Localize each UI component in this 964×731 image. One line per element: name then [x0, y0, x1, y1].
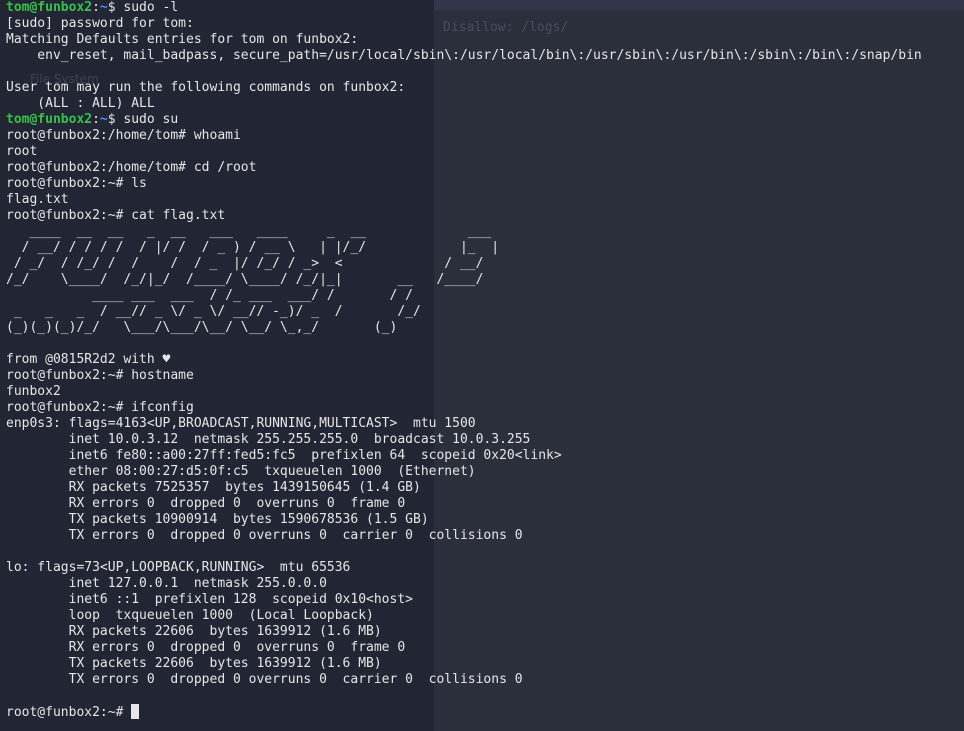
output-text: Matching Defaults entries for tom on fun… — [6, 32, 359, 47]
output-text: root@funbox2:~# ls — [6, 176, 147, 191]
terminal-line: ether 08:00:27:d5:0f:c5 txqueuelen 1000 … — [6, 464, 922, 480]
terminal-line: TX errors 0 dropped 0 overruns 0 carrier… — [6, 528, 922, 544]
command-text: sudo su — [123, 112, 179, 127]
output-text: RX errors 0 dropped 0 overruns 0 frame 0 — [6, 640, 406, 655]
terminal-line: root@funbox2:~# — [6, 704, 922, 720]
output-text: RX packets 22606 bytes 1639912 (1.6 MB) — [6, 624, 382, 639]
output-text: ____ ___ ___ / /_ ___ ___/ / / / — [6, 288, 500, 303]
output-text: /_/ \____/ /_/|_/ /____/ \____/ /_/|_| _… — [6, 272, 500, 287]
terminal-line: loop txqueuelen 1000 (Local Loopback) — [6, 608, 922, 624]
output-text: root@funbox2:~# hostname — [6, 368, 194, 383]
output-text: root@funbox2:~# cat flag.txt — [6, 208, 226, 223]
prompt-user-host: tom@funbox2 — [6, 112, 93, 127]
terminal-line: [sudo] password for tom: — [6, 16, 922, 32]
output-text: / _/ / /_/ / / / / _ |/ /_/ / _> < / __/ — [6, 256, 492, 271]
terminal-line: root@funbox2:~# ifconfig — [6, 400, 922, 416]
terminal-output[interactable]: tom@funbox2:~$ sudo -l [sudo] password fo… — [6, 0, 922, 720]
terminal-line: root — [6, 144, 922, 160]
terminal-line: lo: flags=73<UP,LOOPBACK,RUNNING> mtu 65… — [6, 560, 922, 576]
terminal-line: (ALL : ALL) ALL — [6, 96, 922, 112]
terminal-line: RX errors 0 dropped 0 overruns 0 frame 0 — [6, 640, 922, 656]
terminal-line: RX packets 22606 bytes 1639912 (1.6 MB) — [6, 624, 922, 640]
output-text: ether 08:00:27:d5:0f:c5 txqueuelen 1000 … — [6, 464, 476, 479]
terminal-line: ____ __ __ _ __ ___ ____ _ __ ___ — [6, 224, 922, 240]
output-text: flag.txt — [6, 192, 69, 207]
output-text: RX packets 7525357 bytes 1439150645 (1.4… — [6, 480, 421, 495]
output-text: root@funbox2:~# ifconfig — [6, 400, 194, 415]
output-text: enp0s3: flags=4163<UP,BROADCAST,RUNNING,… — [6, 416, 476, 431]
output-text: RX errors 0 dropped 0 overruns 0 frame 0 — [6, 496, 406, 511]
prompt-path: ~ — [99, 0, 108, 15]
terminal-line: inet 127.0.0.1 netmask 255.0.0.0 — [6, 576, 922, 592]
command-text: sudo -l — [123, 0, 179, 15]
output-text: inet6 ::1 prefixlen 128 scopeid 0x10<hos… — [6, 592, 413, 607]
output-text: root@funbox2:~# — [6, 705, 132, 720]
output-text: lo: flags=73<UP,LOOPBACK,RUNNING> mtu 65… — [6, 560, 351, 575]
prompt-separator: : — [92, 0, 100, 15]
terminal-line: env_reset, mail_badpass, secure_path=/us… — [6, 48, 922, 64]
output-text: (ALL : ALL) ALL — [6, 96, 155, 111]
terminal-line: root@funbox2:/home/tom# cd /root — [6, 160, 922, 176]
terminal-line: _ _ _ / __// _ \/ _ \/ __// -_)/ _ / /_/ — [6, 304, 922, 320]
output-text: / __/ / / / / / |/ / / _ ) / __ \ | |/_/… — [6, 240, 500, 255]
terminal-line: inet6 fe80::a00:27ff:fed5:fc5 prefixlen … — [6, 448, 922, 464]
terminal-line: flag.txt — [6, 192, 922, 208]
terminal-line: from @0815R2d2 with ♥ — [6, 352, 922, 368]
output-text: _ _ _ / __// _ \/ _ \/ __// -_)/ _ / /_/ — [6, 304, 515, 319]
terminal-line: root@funbox2:~# ls — [6, 176, 922, 192]
terminal-line: (_)(_)(_)/_/ \___/\___/\__/ \__/ \_,_/ (… — [6, 320, 922, 336]
terminal-line: /_/ \____/ /_/|_/ /____/ \____/ /_/|_| _… — [6, 272, 922, 288]
output-text: inet 127.0.0.1 netmask 255.0.0.0 — [6, 576, 327, 591]
terminal-line: RX packets 7525357 bytes 1439150645 (1.4… — [6, 480, 922, 496]
terminal-line: root@funbox2:~# hostname — [6, 368, 922, 384]
prompt-symbol: $ — [107, 0, 124, 15]
terminal-line: enp0s3: flags=4163<UP,BROADCAST,RUNNING,… — [6, 416, 922, 432]
output-text: TX errors 0 dropped 0 overruns 0 carrier… — [6, 528, 523, 543]
prompt-separator: : — [92, 112, 100, 127]
terminal-line: inet 10.0.3.12 netmask 255.255.255.0 bro… — [6, 432, 922, 448]
terminal-line: tom@funbox2:~$ sudo su — [6, 112, 922, 128]
terminal-line: ____ ___ ___ / /_ ___ ___/ / / / — [6, 288, 922, 304]
terminal-line: RX errors 0 dropped 0 overruns 0 frame 0 — [6, 496, 922, 512]
output-text: TX packets 22606 bytes 1639912 (1.6 MB) — [6, 656, 382, 671]
output-text: TX errors 0 dropped 0 overruns 0 carrier… — [6, 672, 523, 687]
output-text: [sudo] password for tom: — [6, 16, 194, 31]
terminal-line: / __/ / / / / / |/ / / _ ) / __ \ | |/_/… — [6, 240, 922, 256]
terminal-line: User tom may run the following commands … — [6, 80, 922, 96]
output-text: env_reset, mail_badpass, secure_path=/us… — [6, 48, 922, 63]
output-text: (_)(_)(_)/_/ \___/\___/\__/ \__/ \_,_/ (… — [6, 320, 500, 335]
terminal-line: tom@funbox2:~$ sudo -l — [6, 0, 922, 16]
output-text: root@funbox2:/home/tom# cd /root — [6, 160, 257, 175]
output-text: inet 10.0.3.12 netmask 255.255.255.0 bro… — [6, 432, 531, 447]
output-text: root@funbox2:/home/tom# whoami — [6, 128, 241, 143]
output-text: loop txqueuelen 1000 (Local Loopback) — [6, 608, 374, 623]
prompt-user-host: tom@funbox2 — [6, 0, 93, 15]
terminal-line: root@funbox2:/home/tom# whoami — [6, 128, 922, 144]
output-text: inet6 fe80::a00:27ff:fed5:fc5 prefixlen … — [6, 448, 562, 463]
output-text: from @0815R2d2 with ♥ — [6, 352, 171, 367]
terminal-line: TX packets 22606 bytes 1639912 (1.6 MB) — [6, 656, 922, 672]
output-text: root — [6, 144, 38, 159]
output-text: User tom may run the following commands … — [6, 80, 406, 95]
terminal-cursor[interactable] — [131, 704, 140, 719]
terminal-line: inet6 ::1 prefixlen 128 scopeid 0x10<hos… — [6, 592, 922, 608]
output-text: funbox2 — [6, 384, 61, 399]
terminal-line: funbox2 — [6, 384, 922, 400]
terminal-line: / _/ / /_/ / / / / _ |/ /_/ / _> < / __/ — [6, 256, 922, 272]
terminal-line: root@funbox2:~# cat flag.txt — [6, 208, 922, 224]
terminal-line: TX packets 10900914 bytes 1590678536 (1.… — [6, 512, 922, 528]
prompt-symbol: $ — [107, 112, 124, 127]
terminal-line: Matching Defaults entries for tom on fun… — [6, 32, 922, 48]
desktop-screen: Disallow: /logs/ File System tom@funbox2… — [0, 0, 964, 731]
output-text: ____ __ __ _ __ ___ ____ _ __ ___ — [6, 224, 500, 239]
output-text: TX packets 10900914 bytes 1590678536 (1.… — [6, 512, 429, 527]
terminal-line: TX errors 0 dropped 0 overruns 0 carrier… — [6, 672, 922, 688]
prompt-path: ~ — [99, 112, 108, 127]
